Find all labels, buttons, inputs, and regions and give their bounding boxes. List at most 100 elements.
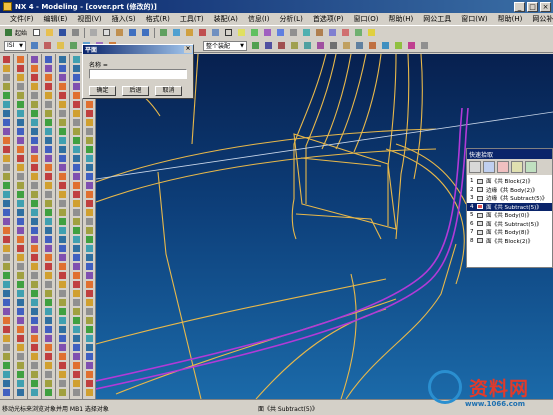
- tool-icon[interactable]: [73, 353, 80, 360]
- tool-icon[interactable]: [59, 272, 66, 279]
- tool-icon[interactable]: [3, 326, 10, 333]
- tool-icon[interactable]: [73, 263, 80, 270]
- tool-icon[interactable]: [86, 119, 93, 126]
- menu-view[interactable]: 视图(V): [72, 14, 106, 24]
- tool-icon[interactable]: [3, 173, 10, 180]
- tool-icon[interactable]: [31, 218, 38, 225]
- tool-icon[interactable]: [59, 263, 66, 270]
- blend-icon[interactable]: [301, 27, 312, 38]
- tool-icon[interactable]: [3, 137, 10, 144]
- tool-icon[interactable]: [3, 362, 10, 369]
- snap-existing-icon[interactable]: [315, 40, 326, 51]
- tool-icon[interactable]: [59, 92, 66, 99]
- tool-icon[interactable]: [59, 173, 66, 180]
- tool-icon[interactable]: [3, 344, 10, 351]
- menu-web-supplement[interactable]: 网公补充: [527, 14, 553, 24]
- tool-icon[interactable]: [17, 146, 24, 153]
- quick-pick-item[interactable]: 2 边缘《共 Body(2)》: [467, 186, 552, 195]
- tool-icon[interactable]: [73, 218, 80, 225]
- menu-preferences[interactable]: 首选项(P): [308, 14, 349, 24]
- tool-icon[interactable]: [59, 227, 66, 234]
- quick-pick-item[interactable]: 4 面《共 Subtract(5)》: [467, 202, 552, 211]
- analysis-icon[interactable]: [353, 27, 364, 38]
- tool-icon[interactable]: [3, 83, 10, 90]
- dialog-close-icon[interactable]: ×: [184, 46, 192, 53]
- snap-reset-icon[interactable]: [419, 40, 430, 51]
- tool-icon[interactable]: [73, 119, 80, 126]
- print-icon[interactable]: [70, 27, 81, 38]
- tool-icon[interactable]: [86, 173, 93, 180]
- tool-icon[interactable]: [86, 191, 93, 198]
- tool-icon[interactable]: [45, 254, 52, 261]
- tool-icon[interactable]: [73, 92, 80, 99]
- tool-icon[interactable]: [31, 65, 38, 72]
- new-icon[interactable]: [31, 27, 42, 38]
- tool-icon[interactable]: [31, 299, 38, 306]
- tool-icon[interactable]: [3, 191, 10, 198]
- tool-icon[interactable]: [3, 272, 10, 279]
- snap-mid-icon[interactable]: [263, 40, 274, 51]
- tool-icon[interactable]: [86, 209, 93, 216]
- tool-icon[interactable]: [31, 83, 38, 90]
- tool-icon[interactable]: [59, 182, 66, 189]
- tool-icon[interactable]: [17, 281, 24, 288]
- tool-icon[interactable]: [73, 191, 80, 198]
- snap-face-icon[interactable]: [341, 40, 352, 51]
- minimize-button[interactable]: _: [514, 1, 525, 12]
- tool-icon[interactable]: [17, 110, 24, 117]
- tool-icon[interactable]: [45, 146, 52, 153]
- tool-icon[interactable]: [31, 371, 38, 378]
- shell-icon[interactable]: [327, 27, 338, 38]
- quick-pick-item[interactable]: 1 面《共 Block(2)》: [467, 177, 552, 186]
- tool-icon[interactable]: [17, 272, 24, 279]
- tool-icon[interactable]: [31, 128, 38, 135]
- tool-icon[interactable]: [45, 227, 52, 234]
- menu-help-2[interactable]: 帮助(H): [493, 14, 528, 24]
- tool-icon[interactable]: [3, 92, 10, 99]
- tool-icon[interactable]: [59, 209, 66, 216]
- tool-icon[interactable]: [31, 389, 38, 396]
- tool-icon[interactable]: [73, 380, 80, 387]
- tool-icon[interactable]: [73, 371, 80, 378]
- tool-icon[interactable]: [73, 290, 80, 297]
- tool-icon[interactable]: [17, 344, 24, 351]
- ok-button[interactable]: 确定: [89, 86, 116, 96]
- tool-icon[interactable]: [31, 146, 38, 153]
- tool-icon[interactable]: [45, 74, 52, 81]
- tool-icon[interactable]: [17, 209, 24, 216]
- tool-icon[interactable]: [73, 317, 80, 324]
- tool-icon[interactable]: [86, 353, 93, 360]
- copy-icon[interactable]: [101, 27, 112, 38]
- tool-icon[interactable]: [3, 254, 10, 261]
- menu-window[interactable]: 窗口(O): [349, 14, 384, 24]
- tool-icon[interactable]: [86, 263, 93, 270]
- tool-icon[interactable]: [17, 290, 24, 297]
- tool-icon[interactable]: [17, 182, 24, 189]
- tool-icon[interactable]: [17, 362, 24, 369]
- tool-icon[interactable]: [3, 245, 10, 252]
- filter-face-icon[interactable]: [497, 161, 509, 173]
- tool-icon[interactable]: [86, 308, 93, 315]
- tool-icon[interactable]: [3, 65, 10, 72]
- tool-icon[interactable]: [86, 326, 93, 333]
- snap-quadrant-icon[interactable]: [289, 40, 300, 51]
- tool-icon[interactable]: [3, 308, 10, 315]
- tool-icon[interactable]: [59, 353, 66, 360]
- menu-insert[interactable]: 插入(S): [107, 14, 141, 24]
- quick-pick-item[interactable]: 3 边缘《共 Subtract(5)》: [467, 194, 552, 203]
- tool-icon[interactable]: [31, 74, 38, 81]
- tool-icon[interactable]: [17, 101, 24, 108]
- tool-icon[interactable]: [3, 281, 10, 288]
- tool-icon[interactable]: [3, 119, 10, 126]
- tool-icon[interactable]: [73, 128, 80, 135]
- tool-icon[interactable]: [3, 290, 10, 297]
- deselect-icon[interactable]: [42, 40, 53, 51]
- tool-icon[interactable]: [59, 389, 66, 396]
- tool-icon[interactable]: [59, 290, 66, 297]
- tool-icon[interactable]: [73, 146, 80, 153]
- tool-icon[interactable]: [59, 65, 66, 72]
- filter-all-icon[interactable]: [469, 161, 481, 173]
- tool-icon[interactable]: [3, 128, 10, 135]
- open-icon[interactable]: [44, 27, 55, 38]
- tool-icon[interactable]: [86, 254, 93, 261]
